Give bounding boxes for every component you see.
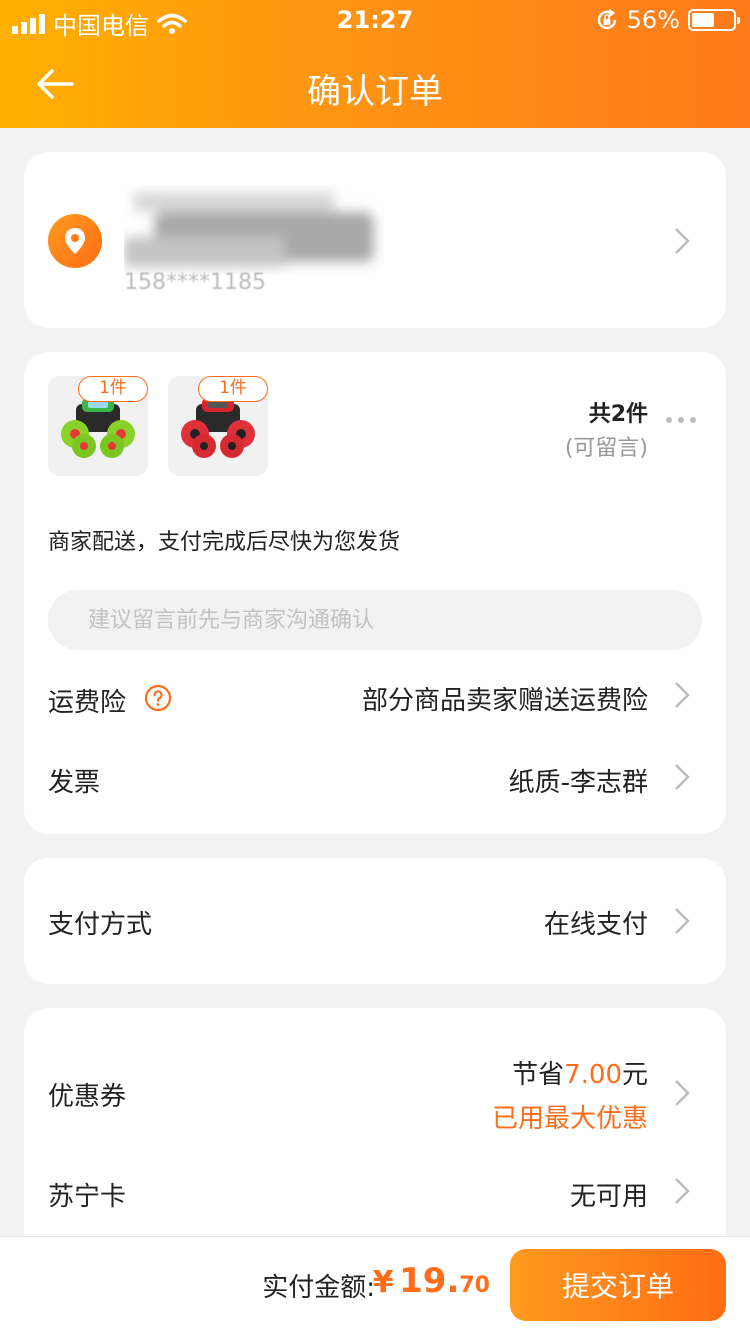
delivery-info: 商家配送，支付完成后尽快为您发货 [48, 530, 401, 555]
items-card: 1件 1件 共2件 (可留言) 商家配送，支付完成后尽快为您发货 运费险 部分商… [24, 352, 726, 834]
help-icon[interactable] [144, 684, 172, 712]
header: 中国电信 21:27 56% 确认订单 [0, 0, 750, 128]
orientation-lock-icon [597, 9, 616, 30]
location-pin-icon [48, 214, 102, 268]
coupon-label: 优惠券 [48, 1082, 127, 1112]
more-dots-icon[interactable] [664, 414, 698, 426]
chevron-right-icon [675, 682, 690, 708]
page-title: 确认订单 [307, 72, 443, 112]
chevron-right-icon [675, 228, 690, 254]
seller-message-input[interactable] [48, 590, 702, 650]
coupon-save-prefix: 节省 [512, 1060, 565, 1090]
message-hint: (可留言) [564, 436, 648, 461]
payment-method-value[interactable]: 在线支付 [544, 904, 648, 941]
address-card[interactable]: 158****1185 [24, 152, 726, 328]
amount-integer: 19. [399, 1261, 460, 1301]
quantity-badge: 1件 [198, 376, 268, 402]
payment-method-label: 支付方式 [48, 910, 153, 940]
submit-order-button[interactable]: 提交订单 [510, 1249, 726, 1321]
amount-decimal: 70 [459, 1273, 490, 1298]
chevron-right-icon [675, 1178, 690, 1204]
battery-icon [688, 9, 740, 31]
checkout-bar: 实付金额: ¥ 19.70 提交订单 [0, 1236, 750, 1334]
phone-number: 158****1185 [124, 270, 266, 295]
pay-amount-label: 实付金额: [262, 1273, 375, 1303]
coupon-save-suffix: 元 [621, 1060, 648, 1090]
shipping-insurance-label: 运费险 [48, 688, 127, 718]
invoice-label: 发票 [48, 768, 101, 798]
invoice-value[interactable]: 纸质-李志群 [509, 762, 648, 799]
item-count: 共2件 [588, 402, 648, 427]
currency-symbol: ¥ [372, 1265, 394, 1300]
shipping-insurance-value[interactable]: 部分商品卖家赠送运费险 [362, 680, 648, 717]
chevron-right-icon [675, 908, 690, 934]
coupon-save-amount: 7.00 [564, 1060, 622, 1090]
status-right: 56% [595, 6, 740, 34]
coupon-status: 已用最大优惠 [491, 1104, 648, 1134]
payment-method-card[interactable]: 支付方式 在线支付 [24, 858, 726, 984]
battery-percent: 56% [626, 6, 680, 34]
coupon-savings[interactable]: 节省7.00元 [512, 1054, 648, 1091]
pay-amount: ¥ 19.70 [373, 1261, 490, 1301]
suning-card-value[interactable]: 无可用 [570, 1176, 648, 1213]
suning-card-label: 苏宁卡 [48, 1182, 127, 1212]
quantity-badge: 1件 [78, 376, 148, 402]
discounts-card: 优惠券 节省7.00元 已用最大优惠 苏宁卡 无可用 [24, 1008, 726, 1268]
chevron-right-icon [675, 1080, 690, 1106]
status-bar: 中国电信 21:27 56% [0, 0, 750, 42]
chevron-right-icon [675, 764, 690, 790]
